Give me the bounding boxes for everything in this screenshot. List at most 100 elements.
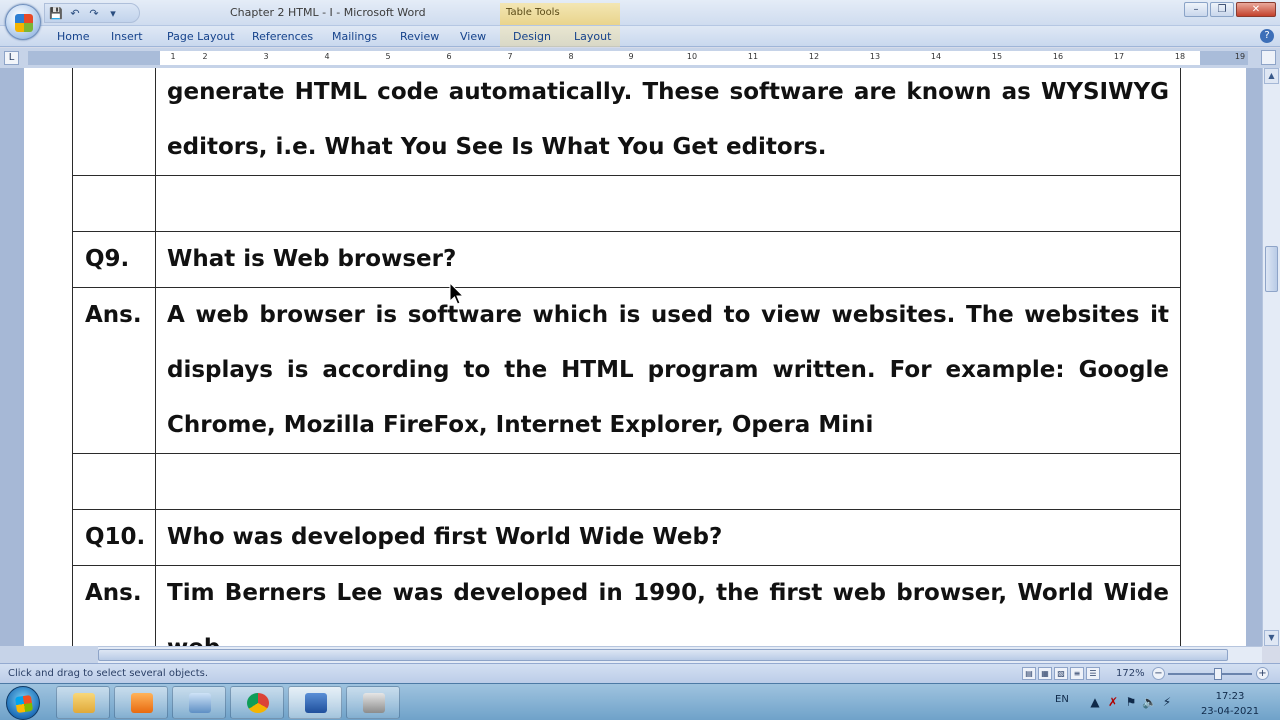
question-cell[interactable]: What is Web browser? [155, 231, 1181, 288]
minimize-icon[interactable]: – [1184, 2, 1208, 17]
outline-icon[interactable]: ≡ [1070, 667, 1084, 680]
ruler-tick: 6 [446, 52, 452, 61]
media-player-icon [131, 693, 153, 713]
vertical-scrollbar[interactable]: ▲ ▼ [1262, 68, 1280, 646]
taskbar-word[interactable] [288, 686, 342, 719]
computer-icon [189, 693, 211, 713]
show-hidden-icons-icon[interactable]: ▲ [1088, 696, 1102, 709]
power-icon[interactable]: ⚡ [1160, 696, 1174, 709]
clock[interactable]: 17:23 23-04-2021 [1200, 689, 1260, 719]
print-layout-icon[interactable]: ▤ [1022, 667, 1036, 680]
row-label-cell[interactable]: Q10. [72, 509, 156, 566]
ruler-tick: 2 [202, 52, 208, 61]
status-message: Click and drag to select several objects… [8, 668, 209, 679]
clock-time: 17:23 [1215, 691, 1245, 702]
table-row[interactable]: Ans. A web browser is software which is u… [72, 287, 1181, 454]
chrome-icon [247, 693, 269, 713]
help-icon[interactable]: ? [1260, 29, 1274, 43]
zoom-slider[interactable] [1168, 673, 1252, 675]
document-page[interactable]: generate HTML code automatically. These … [24, 68, 1246, 646]
taskbar-media-player[interactable] [114, 686, 168, 719]
tab-page-layout[interactable]: Page Layout [167, 30, 235, 43]
zoom-slider-handle[interactable] [1214, 668, 1222, 680]
scroll-up-icon[interactable]: ▲ [1264, 68, 1279, 84]
table-row[interactable] [72, 175, 1181, 232]
taskbar-chrome[interactable] [230, 686, 284, 719]
zoom-out-button[interactable]: − [1152, 667, 1165, 680]
ruler-tick: 14 [930, 52, 942, 61]
vertical-scroll-thumb[interactable] [1265, 246, 1278, 292]
answer-cell[interactable] [155, 175, 1181, 232]
scroll-down-icon[interactable]: ▼ [1264, 630, 1279, 646]
table-row[interactable] [72, 453, 1181, 510]
qa-table[interactable]: generate HTML code automatically. These … [72, 68, 1181, 646]
answer-cell[interactable]: Tim Berners Lee was developed in 1990, t… [155, 565, 1181, 646]
ribbon-tabs: Home Insert Page Layout References Maili… [0, 26, 1280, 47]
zoom-in-button[interactable]: + [1256, 667, 1269, 680]
ruler-tick: 9 [628, 52, 634, 61]
ruler-tick: 18 [1174, 52, 1186, 61]
ruler-tick: 12 [808, 52, 820, 61]
tab-layout[interactable]: Layout [574, 30, 611, 43]
taskbar-computer[interactable] [172, 686, 226, 719]
start-button[interactable] [6, 686, 40, 720]
draft-icon[interactable]: ☰ [1086, 667, 1100, 680]
tab-mailings[interactable]: Mailings [332, 30, 377, 43]
row-label-cell[interactable] [72, 453, 156, 510]
ruler-tick: 11 [747, 52, 759, 61]
table-row[interactable]: generate HTML code automatically. These … [72, 68, 1181, 176]
quick-access-buttons: 💾 ↶ ↷ ▾ [48, 5, 121, 21]
file-explorer-icon [73, 693, 95, 713]
question-cell[interactable]: Who was developed first World Wide Web? [155, 509, 1181, 566]
row-label-cell[interactable] [72, 175, 156, 232]
tab-insert[interactable]: Insert [111, 30, 143, 43]
tab-selector[interactable]: L [4, 51, 19, 65]
network-icon[interactable]: ✗ [1106, 696, 1120, 709]
taskbar-camera[interactable] [346, 686, 400, 719]
answer-cell[interactable]: generate HTML code automatically. These … [155, 68, 1181, 176]
horizontal-scroll-thumb[interactable] [98, 649, 1228, 661]
ruler-bar: L 1 2 3 4 5 6 7 8 9 10 11 12 13 14 15 16… [0, 48, 1280, 68]
language-indicator[interactable]: EN [1055, 694, 1069, 705]
table-row[interactable]: Q9. What is Web browser? [72, 231, 1181, 288]
horizontal-scrollbar[interactable] [98, 646, 1262, 663]
undo-icon[interactable]: ↶ [67, 6, 83, 21]
ruler-tick: 17 [1113, 52, 1125, 61]
view-ruler-button[interactable] [1261, 50, 1276, 65]
save-icon[interactable]: 💾 [48, 6, 64, 21]
close-icon[interactable]: ✕ [1236, 2, 1276, 17]
zoom-level[interactable]: 172% [1116, 668, 1145, 679]
tab-references[interactable]: References [252, 30, 313, 43]
row-label-cell[interactable]: Ans. [72, 565, 156, 646]
action-center-icon[interactable]: ⚑ [1124, 696, 1138, 709]
table-tools-context-label: Table Tools [500, 3, 620, 25]
volume-icon[interactable]: 🔈 [1142, 696, 1157, 709]
answer-cell[interactable]: A web browser is software which is used … [155, 287, 1181, 454]
row-label-cell[interactable]: Q9. [72, 231, 156, 288]
table-row[interactable]: Q10. Who was developed first World Wide W… [72, 509, 1181, 566]
ruler-tick: 8 [568, 52, 574, 61]
tab-home[interactable]: Home [57, 30, 89, 43]
dropdown-icon[interactable]: ▾ [105, 6, 121, 21]
status-bar: Click and drag to select several objects… [0, 663, 1280, 683]
answer-cell[interactable] [155, 453, 1181, 510]
ruler-tick: 3 [263, 52, 269, 61]
tab-design[interactable]: Design [513, 30, 551, 43]
taskbar-file-explorer[interactable] [56, 686, 110, 719]
office-button[interactable] [5, 4, 41, 40]
tab-review[interactable]: Review [400, 30, 439, 43]
restore-icon[interactable]: ❐ [1210, 2, 1234, 17]
table-row[interactable]: Ans. Tim Berners Lee was developed in 199… [72, 565, 1181, 646]
full-screen-reading-icon[interactable]: ▦ [1038, 667, 1052, 680]
tab-view[interactable]: View [460, 30, 486, 43]
row-label-cell[interactable] [72, 68, 156, 176]
web-layout-icon[interactable]: ▧ [1054, 667, 1068, 680]
row-label-cell[interactable]: Ans. [72, 287, 156, 454]
windows-logo-icon [14, 694, 34, 714]
word-icon [305, 693, 327, 713]
horizontal-ruler[interactable]: 1 2 3 4 5 6 7 8 9 10 11 12 13 14 15 16 1… [28, 51, 1248, 65]
ruler-tick: 1 [170, 52, 176, 61]
ruler-tick: 15 [991, 52, 1003, 61]
redo-icon[interactable]: ↷ [86, 6, 102, 21]
title-bar: 💾 ↶ ↷ ▾ Chapter 2 HTML - I - Microsoft W… [0, 0, 1280, 26]
